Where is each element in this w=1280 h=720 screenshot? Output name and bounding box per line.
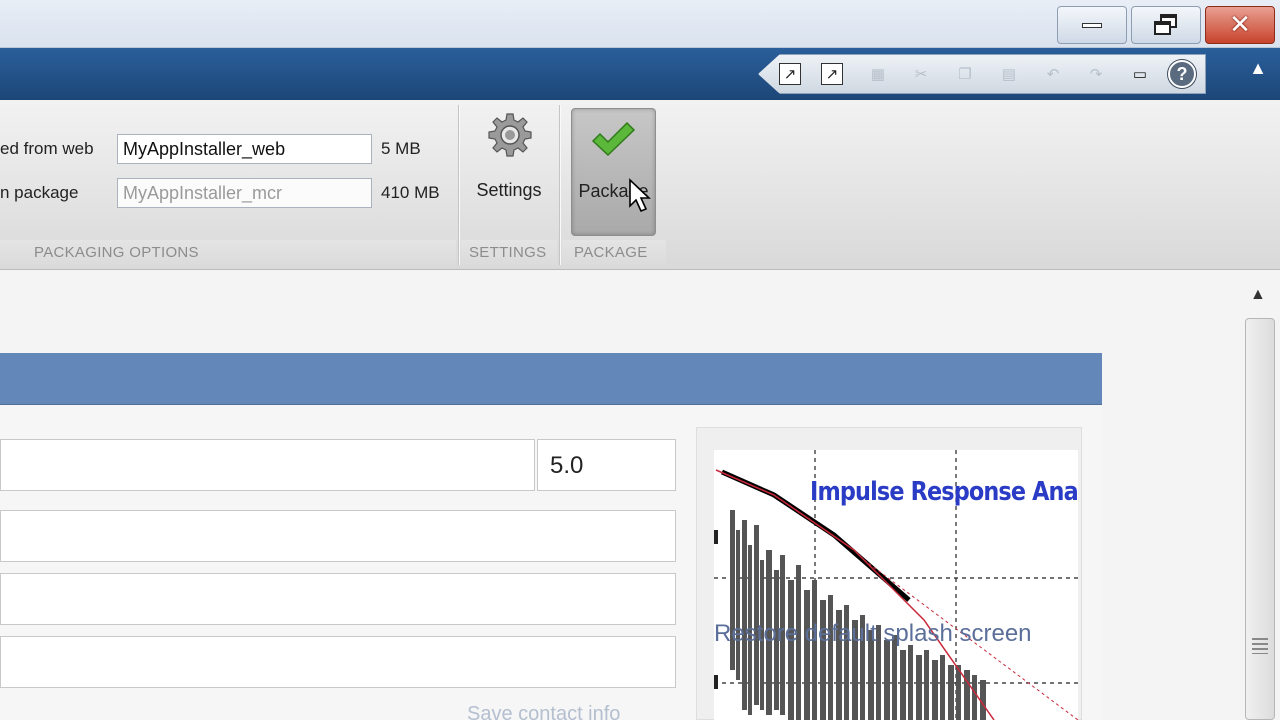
runtime-installer-name-input	[117, 178, 372, 208]
save-icon[interactable]: ▦	[865, 62, 891, 86]
gear-icon	[488, 113, 532, 157]
web-installer-label: ed from web	[0, 139, 94, 158]
restore-button[interactable]	[1131, 6, 1201, 44]
title-bar: ✕	[0, 0, 1280, 48]
undock-icon[interactable]: ↗	[779, 63, 801, 85]
undo-icon[interactable]: ↶	[1040, 62, 1066, 86]
package-button[interactable]: Package	[571, 108, 656, 236]
application-info-header	[0, 353, 1102, 405]
restore-window-icon	[1153, 14, 1179, 36]
paste-icon[interactable]: ▤	[996, 62, 1022, 86]
web-installer-size: 5 MB	[381, 139, 421, 158]
close-button[interactable]: ✕	[1205, 6, 1275, 44]
ribbon-divider	[458, 105, 459, 265]
settings-button-label: Settings	[476, 180, 542, 200]
settings-button[interactable]: Settings	[466, 108, 552, 236]
redo-icon[interactable]: ↷	[1083, 62, 1109, 86]
splash-title: Impulse Response Analyzer	[810, 477, 1078, 507]
version-field[interactable]: 5.0	[537, 439, 676, 491]
scroll-up-icon[interactable]: ▲	[1250, 286, 1266, 304]
save-contact-info-link[interactable]: Save contact info	[467, 703, 620, 720]
splash-screen-image[interactable]: Impulse Response Analyzer	[714, 450, 1078, 720]
scrollbar-grip-icon	[1252, 638, 1268, 654]
runtime-installer-size: 410 MB	[381, 183, 440, 202]
close-icon: ✕	[1229, 10, 1251, 40]
email-field[interactable]	[0, 573, 676, 625]
packaging-options-section-label: PACKAGING OPTIONS	[34, 244, 199, 261]
new-window-icon[interactable]: ↗	[821, 63, 843, 85]
checkmark-icon	[591, 121, 636, 157]
author-name-field[interactable]	[0, 510, 676, 562]
scrollbar-thumb[interactable]	[1245, 318, 1275, 720]
help-icon[interactable]: ?	[1168, 60, 1196, 88]
layout-icon[interactable]: ▭	[1127, 62, 1153, 86]
runtime-package-label: n package	[0, 183, 79, 202]
minimize-icon	[1082, 22, 1102, 28]
company-field[interactable]	[0, 636, 676, 688]
package-section-label: PACKAGE	[574, 244, 648, 261]
copy-icon[interactable]: ❐	[952, 62, 978, 86]
minimize-button[interactable]	[1057, 6, 1127, 44]
app-name-field[interactable]	[0, 439, 535, 491]
collapse-toolstrip-icon[interactable]: ▲	[1245, 58, 1271, 88]
settings-section-label: SETTINGS	[469, 244, 547, 261]
ribbon-divider	[559, 105, 560, 265]
cut-icon[interactable]: ✂	[908, 62, 934, 86]
restore-default-splash-link[interactable]: Restore default splash screen	[714, 620, 1032, 648]
mouse-cursor-icon	[629, 178, 652, 213]
web-installer-name-input[interactable]	[117, 134, 372, 164]
